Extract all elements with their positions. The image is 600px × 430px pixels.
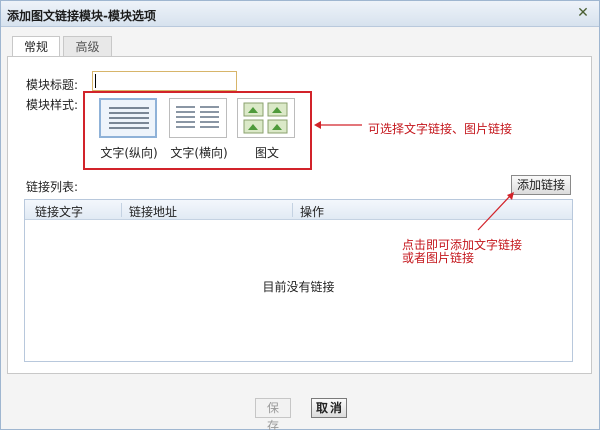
- add-link-button[interactable]: 添加链接: [511, 175, 571, 195]
- column-header: 链接文字: [35, 205, 84, 219]
- style-option-image-text[interactable]: 图文: [237, 98, 297, 162]
- column-header: 链接地址: [129, 205, 178, 219]
- cancel-button[interactable]: 取消: [311, 398, 347, 418]
- empty-table-message: 目前没有链接: [262, 280, 335, 294]
- column-divider: [121, 203, 122, 217]
- text-horizontal-list-icon: [169, 98, 227, 138]
- close-icon[interactable]: ✕: [575, 5, 591, 21]
- save-button[interactable]: 保存: [255, 398, 291, 430]
- tab-advanced[interactable]: 高级: [63, 36, 112, 57]
- text-caret: [95, 74, 96, 88]
- annotation-arrow-up: [477, 192, 514, 231]
- dialog-title: 添加图文链接模块-模块选项: [7, 9, 156, 23]
- style-option-text-vertical[interactable]: 文字(纵向): [99, 98, 159, 162]
- annotation-add-note-line2: 或者图片链接: [402, 251, 475, 265]
- style-option-text-horizontal[interactable]: 文字(横向): [169, 98, 229, 162]
- column-header: 操作: [300, 205, 325, 219]
- link-list-label: 链接列表:: [26, 180, 79, 194]
- annotation-arrow-left: [314, 121, 362, 129]
- tab-general[interactable]: 常规: [12, 36, 60, 58]
- dialog-titlebar: 添加图文链接模块-模块选项 ✕: [1, 1, 599, 27]
- annotation-style-note: 可选择文字链接、图片链接: [368, 122, 513, 136]
- module-title-input[interactable]: [92, 71, 237, 91]
- module-style-label: 模块样式:: [26, 98, 79, 112]
- style-option-label: 文字(纵向): [100, 146, 158, 160]
- column-divider: [292, 203, 293, 217]
- style-option-label: 图文: [254, 146, 279, 160]
- image-text-grid-icon: [237, 98, 295, 138]
- style-option-label: 文字(横向): [170, 146, 228, 160]
- module-title-label: 模块标题:: [26, 78, 79, 92]
- text-vertical-list-icon: [99, 98, 157, 138]
